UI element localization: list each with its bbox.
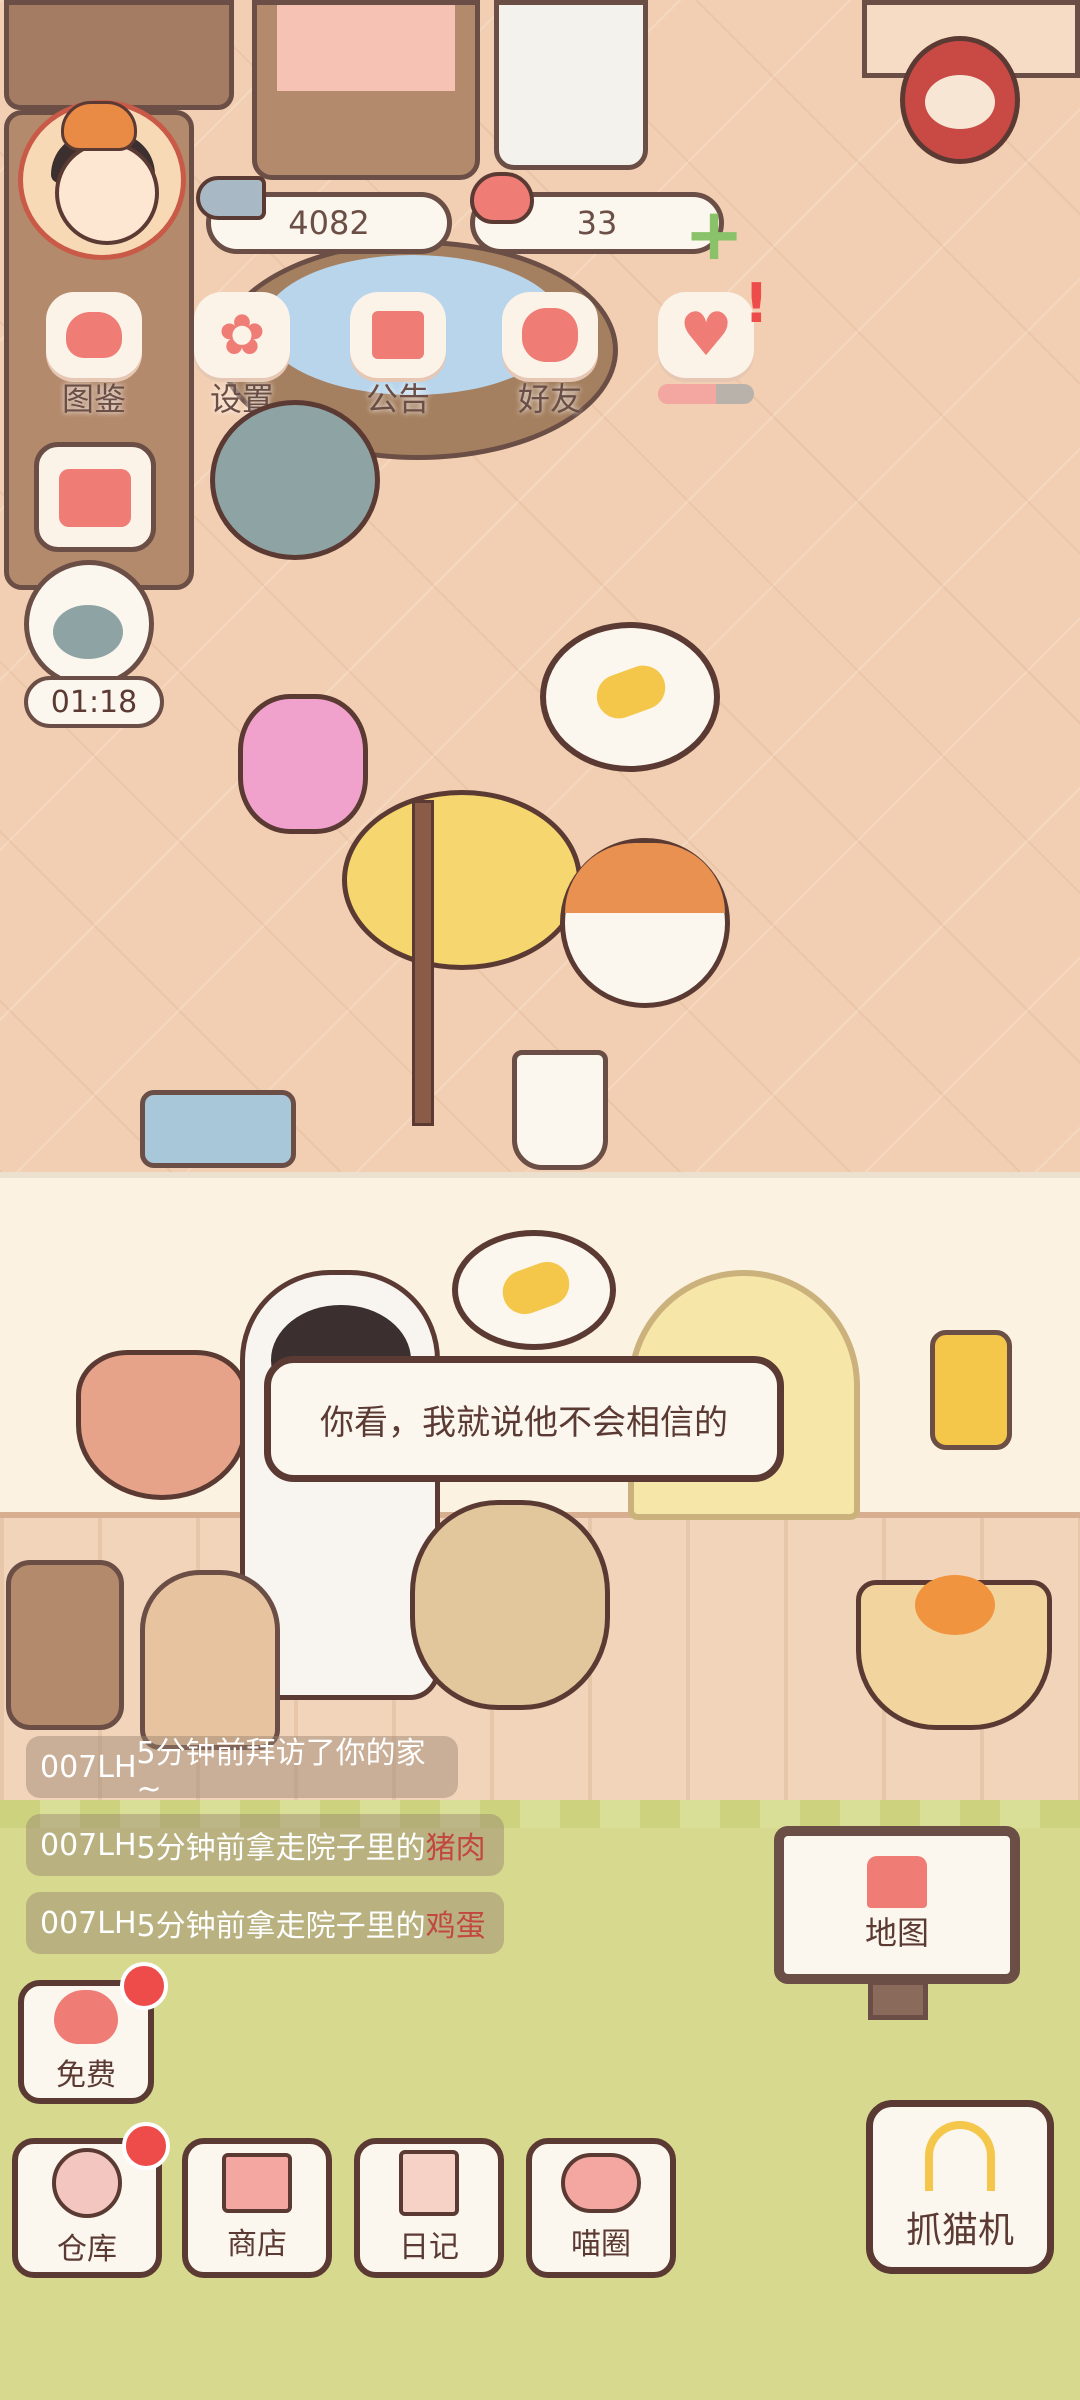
heart-icon (54, 1990, 118, 2044)
feed-user: 007LH (40, 1827, 137, 1863)
shop-button[interactable]: 商店 (182, 2138, 332, 2278)
shop-label: 商店 (227, 2227, 287, 2262)
house-icon (867, 1856, 927, 1908)
menu-friends-label: 好友 (517, 380, 582, 418)
feed-user: 007LH (40, 1749, 137, 1785)
feed-item: 猪肉 (425, 1831, 486, 1866)
dialog-bubble: 你看，我就说他不会相信的 (264, 1356, 784, 1482)
alert-icon: ! (744, 272, 769, 335)
feed-text: 5分钟前拿走院子里的 (136, 1831, 426, 1866)
heart-count: 33 (576, 204, 618, 242)
heart-progress-bar (658, 384, 754, 404)
hanging-flower-basket (76, 1350, 248, 1500)
feed-text: 5分钟前拜访了你的家~ (136, 1735, 426, 1807)
television (252, 0, 480, 180)
fish-icon (196, 176, 266, 220)
claw-machine-button[interactable]: 抓猫机 (866, 2100, 1054, 2274)
menu-collection-label: 图鉴 (61, 380, 126, 418)
vegetable-basket (856, 1575, 1052, 1730)
claw-icon (925, 2121, 995, 2191)
avatar-face (55, 141, 159, 245)
umbrella-stand (512, 1050, 608, 1170)
rain-boots (140, 1090, 296, 1168)
gift-icon (350, 292, 446, 378)
diary-button[interactable]: 日记 (354, 2138, 504, 2278)
feed-text: 5分钟前拿走院子里的 (136, 1909, 426, 1944)
egg-roll-icon-lower (496, 1255, 576, 1321)
fridge (494, 0, 648, 170)
map-button[interactable]: 地图 (774, 1826, 1020, 1984)
mouse-event-icon[interactable] (24, 560, 154, 688)
diary-label: 日记 (399, 2230, 459, 2265)
activity-feed-item: 007LH 5分钟前拿走院子里的 猪肉 (26, 1814, 504, 1876)
claw-label: 抓猫机 (905, 2210, 1014, 2251)
food-request-bubble[interactable] (540, 622, 720, 772)
tan-dog[interactable] (410, 1500, 610, 1710)
warehouse-label: 仓库 (57, 2232, 117, 2267)
feed-item: 鸡蛋 (425, 1909, 486, 1944)
grey-mouse[interactable] (210, 400, 380, 560)
gear-icon: ✿ (194, 292, 290, 378)
pencil-icon (59, 469, 131, 527)
coat-rack-pole (412, 800, 434, 1126)
menu-notice-label: 公告 (365, 380, 430, 418)
cabinet (4, 0, 234, 110)
diary-icon (399, 2150, 459, 2216)
dialog-text: 你看，我就说他不会相信的 (320, 1402, 728, 1443)
activity-feed-item: 007LH 5分钟前拿走院子里的 鸡蛋 (26, 1892, 504, 1954)
daruma-doll[interactable] (900, 36, 1020, 164)
free-label: 免费 (56, 2058, 116, 2093)
edit-calendar-button[interactable] (34, 442, 156, 552)
heart-currency-icon (470, 172, 534, 224)
add-hearts-button[interactable]: + (682, 198, 746, 270)
cat-circle-label: 喵圈 (571, 2227, 631, 2262)
cat-planet-icon (561, 2153, 641, 2213)
avatar-cat-hat (61, 101, 137, 151)
wall-lantern (930, 1330, 1012, 1450)
orange-cat[interactable] (560, 838, 730, 1008)
cat-circle-button[interactable]: 喵圈 (526, 2138, 676, 2278)
food-request-bubble-lower[interactable] (452, 1230, 616, 1350)
barrel (6, 1560, 124, 1730)
shop-icon (222, 2153, 292, 2213)
fish-count: 4082 (288, 204, 370, 242)
cat-book-icon (46, 292, 142, 378)
game-scene: 4082 33 + 图鉴 ✿ 设置 公告 好友 ♥ ! 01:18 你看，我就说… (0, 0, 1080, 2400)
notification-badge (122, 2122, 170, 2170)
feed-user: 007LH (40, 1905, 137, 1941)
menu-collection-button[interactable]: 图鉴 (30, 292, 158, 424)
wicker-chair (140, 1570, 280, 1750)
map-label: 地图 (864, 1914, 929, 1952)
heart-icon: ♥ (658, 292, 754, 378)
sign-post (868, 1980, 928, 2020)
friends-icon (502, 292, 598, 378)
notification-badge (120, 1962, 168, 2010)
egg-roll-icon (590, 659, 672, 725)
player-avatar[interactable] (18, 100, 186, 260)
warehouse-icon (52, 2148, 122, 2218)
menu-friends-button[interactable]: 好友 (486, 292, 614, 424)
menu-notice-button[interactable]: 公告 (334, 292, 462, 424)
yellow-coat-rack (342, 790, 582, 970)
pink-bear-plush[interactable] (238, 694, 368, 834)
event-timer: 01:18 (24, 676, 164, 728)
activity-feed-item: 007LH 5分钟前拜访了你的家~ (26, 1736, 458, 1807)
